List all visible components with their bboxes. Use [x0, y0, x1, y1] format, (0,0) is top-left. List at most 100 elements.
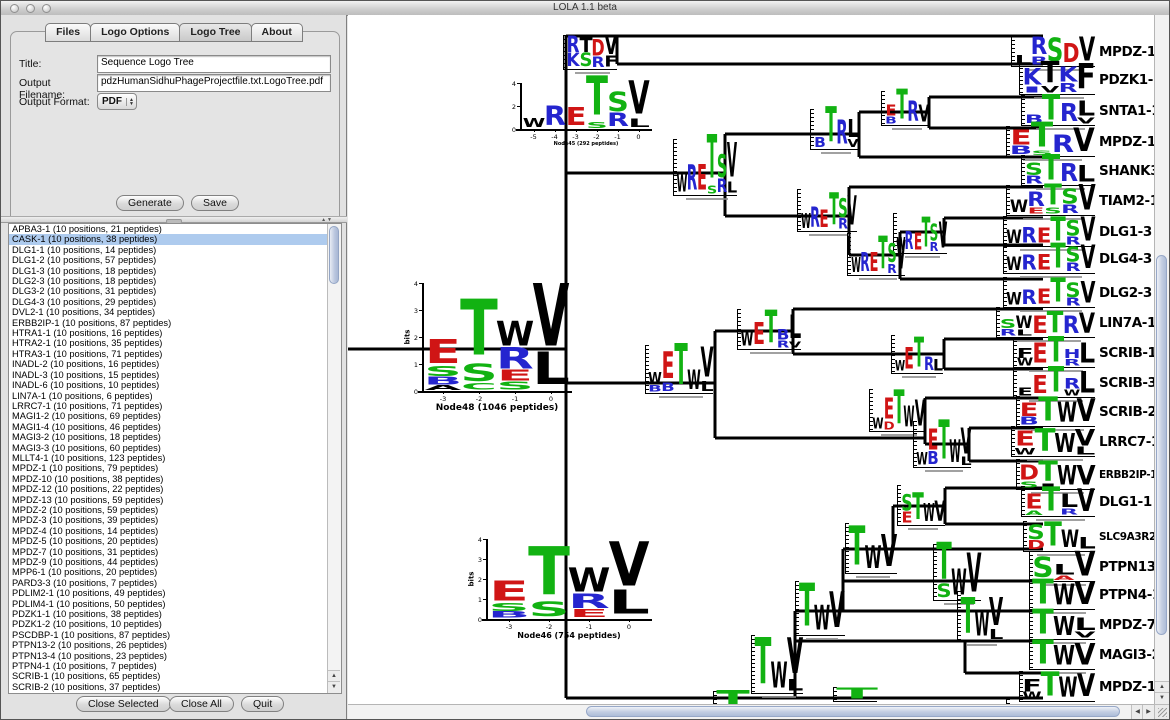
- output-format-select[interactable]: PDF ▲▼: [97, 93, 137, 110]
- list-item[interactable]: PDLIM2-1 (10 positions, 49 peptides): [9, 588, 341, 598]
- list-item[interactable]: DLG4-3 (10 positions, 29 peptides): [9, 297, 341, 307]
- logo-column: E: [1017, 367, 1033, 397]
- list-item[interactable]: CASK-1 (10 positions, 38 peptides): [9, 234, 341, 244]
- axis-line: [422, 283, 424, 391]
- list-item[interactable]: HTRA1-1 (10 positions, 16 peptides): [9, 328, 341, 338]
- logo-column: R: [1022, 243, 1037, 273]
- axis-line: [483, 579, 486, 580]
- list-item[interactable]: LRRC7-1 (10 positions, 71 peptides): [9, 401, 341, 411]
- logo-tree-view: RKTSDRVFEBTRVBTRLVWRETSSRVLWRETSRVWRETSR…: [348, 15, 1169, 719]
- logo-column: W: [741, 309, 753, 349]
- big-node-logo: ESBATSCWRESVL: [425, 283, 569, 391]
- axis-line: [549, 620, 550, 622]
- list-item[interactable]: MPDZ-5 (10 positions, 20 peptides): [9, 536, 341, 546]
- close-all-button[interactable]: Close All: [169, 696, 234, 712]
- tab-logo-tree[interactable]: Logo Tree: [179, 23, 251, 42]
- logo-column: V: [896, 233, 905, 275]
- list-item[interactable]: MPDZ-4 (10 positions, 14 peptides): [9, 526, 341, 536]
- axis-line: [418, 391, 572, 393]
- tab-about[interactable]: About: [251, 23, 303, 42]
- logo-column: T: [896, 91, 907, 125]
- axis-line: [419, 364, 422, 365]
- node-logo: WETRL: [895, 335, 943, 373]
- list-item[interactable]: MAGI3-3 (10 positions, 60 peptides): [9, 443, 341, 453]
- axis-tick-label: -3: [437, 395, 449, 403]
- axis-line: [576, 130, 577, 132]
- tree-scroll-down-icon[interactable]: ▼: [1155, 692, 1169, 704]
- list-item[interactable]: INADL-2 (10 positions, 16 peptides): [9, 359, 341, 369]
- logo-column: W: [677, 139, 687, 195]
- list-item[interactable]: MPDZ-9 (10 positions, 44 peptides): [9, 557, 341, 567]
- list-scrollbar-thumb[interactable]: [329, 226, 339, 284]
- list-item[interactable]: LIN7A-1 (10 positions, 6 peptides): [9, 391, 341, 401]
- logo-column: R: [907, 91, 918, 125]
- list-item[interactable]: ERBB2IP-1 (10 positions, 87 peptides): [9, 318, 341, 328]
- list-item[interactable]: SCRIB-1 (10 positions, 65 peptides): [9, 671, 341, 681]
- axis-line: [516, 129, 652, 131]
- list-item[interactable]: INADL-6 (10 positions, 10 peptides): [9, 380, 341, 390]
- leaf-label: DLG2-3: [1099, 285, 1152, 301]
- quit-button[interactable]: Quit: [241, 696, 284, 712]
- tree-vertical-scrollbar[interactable]: ▲ ▼: [1154, 15, 1169, 704]
- output-filename-input[interactable]: pdzHumanSidhuPhageProjectfile.txt.LogoTr…: [97, 74, 331, 92]
- list-item[interactable]: MPDZ-7 (10 positions, 31 peptides): [9, 547, 341, 557]
- list-item[interactable]: PDLIM4-1 (10 positions, 50 peptides): [9, 599, 341, 609]
- resize-grip-icon[interactable]: [1154, 704, 1169, 719]
- axis-line: [618, 130, 619, 132]
- tree-vscroll-thumb[interactable]: [1156, 255, 1167, 635]
- list-item[interactable]: DLG1-2 (10 positions, 57 peptides): [9, 255, 341, 265]
- list-item[interactable]: DVL2-1 (10 positions, 34 peptides): [9, 307, 341, 317]
- list-item[interactable]: PARD3-3 (10 positions, 7 peptides): [9, 578, 341, 588]
- list-item[interactable]: MPP6-1 (10 positions, 20 peptides): [9, 567, 341, 577]
- list-item[interactable]: INADL-3 (10 positions, 15 peptides): [9, 370, 341, 380]
- list-item[interactable]: DLG1-1 (10 positions, 14 peptides): [9, 245, 341, 255]
- generate-button[interactable]: Generate: [116, 195, 184, 211]
- title-bar[interactable]: LOLA 1.1 beta: [1, 1, 1169, 16]
- tree-hscroll-thumb[interactable]: [586, 706, 1120, 717]
- list-item[interactable]: HTRA3-1 (10 positions, 71 peptides): [9, 349, 341, 359]
- logo-column: TS: [529, 539, 569, 619]
- list-item[interactable]: MAGI1-4 (10 positions, 46 peptides): [9, 422, 341, 432]
- leaf-label: DLG1-3: [1099, 224, 1152, 240]
- list-scrollbar[interactable]: ▲ ▼: [327, 224, 341, 693]
- logo-column: W: [1007, 277, 1022, 307]
- logo-column: R: [905, 213, 913, 253]
- peptide-list[interactable]: APBA3-1 (10 positions, 21 peptides)CASK-…: [8, 223, 342, 694]
- logo-column: SR: [887, 233, 896, 275]
- node-logo: TWV: [799, 581, 845, 635]
- node-logo: WRETSRV: [851, 233, 905, 275]
- tree-scroll-right-icon[interactable]: ▶: [1142, 705, 1154, 719]
- list-item[interactable]: PDZK1-2 (10 positions, 10 peptides): [9, 619, 341, 629]
- splitter-handle[interactable]: ▲▼: [1, 216, 347, 223]
- tab-files[interactable]: Files: [45, 23, 91, 42]
- list-item[interactable]: HTRA2-1 (10 positions, 35 peptides): [9, 338, 341, 348]
- save-button[interactable]: Save: [191, 195, 239, 211]
- list-item[interactable]: PTPN4-1 (10 positions, 7 peptides): [9, 661, 341, 671]
- logo-column: V: [830, 581, 845, 635]
- logo-column: E: [820, 189, 829, 231]
- list-item[interactable]: DLG3-2 (10 positions, 31 peptides): [9, 286, 341, 296]
- list-item[interactable]: DLG1-3 (10 positions, 18 peptides): [9, 266, 341, 276]
- list-item[interactable]: PTPN13-2 (10 positions, 26 peptides): [9, 640, 341, 650]
- list-item[interactable]: MPDZ-10 (10 positions, 38 peptides): [9, 474, 341, 484]
- logo-column: V: [881, 523, 897, 573]
- tree-horizontal-scrollbar[interactable]: ◀ ▶: [348, 704, 1154, 719]
- list-item[interactable]: DLG2-3 (10 positions, 18 peptides): [9, 276, 341, 286]
- list-item[interactable]: MPDZ-3 (10 positions, 39 peptides): [9, 515, 341, 525]
- list-item[interactable]: MAGI1-2 (10 positions, 69 peptides): [9, 411, 341, 421]
- list-item[interactable]: APBA3-1 (10 positions, 21 peptides): [9, 224, 341, 234]
- list-item[interactable]: MPDZ-12 (10 positions, 22 peptides): [9, 484, 341, 494]
- list-item[interactable]: MPDZ-2 (10 positions, 59 peptides): [9, 505, 341, 515]
- list-item[interactable]: MAGI3-2 (10 positions, 18 peptides): [9, 432, 341, 442]
- axis-tick-label: 2: [475, 576, 482, 584]
- list-item[interactable]: PTPN13-4 (10 positions, 23 peptides): [9, 651, 341, 661]
- title-input[interactable]: Sequence Logo Tree: [97, 55, 331, 73]
- list-item[interactable]: MLLT4-1 (10 positions, 123 peptides): [9, 453, 341, 463]
- tab-logo-options[interactable]: Logo Options: [90, 23, 180, 42]
- list-item[interactable]: PDZK1-1 (10 positions, 38 peptides): [9, 609, 341, 619]
- list-item[interactable]: PSCDBP-1 (10 positions, 87 peptides): [9, 630, 341, 640]
- logo-column: T: [961, 591, 975, 641]
- list-item[interactable]: MPDZ-13 (10 positions, 59 peptides): [9, 495, 341, 505]
- list-item[interactable]: MPDZ-1 (10 positions, 79 peptides): [9, 463, 341, 473]
- close-selected-button[interactable]: Close Selected: [76, 696, 171, 712]
